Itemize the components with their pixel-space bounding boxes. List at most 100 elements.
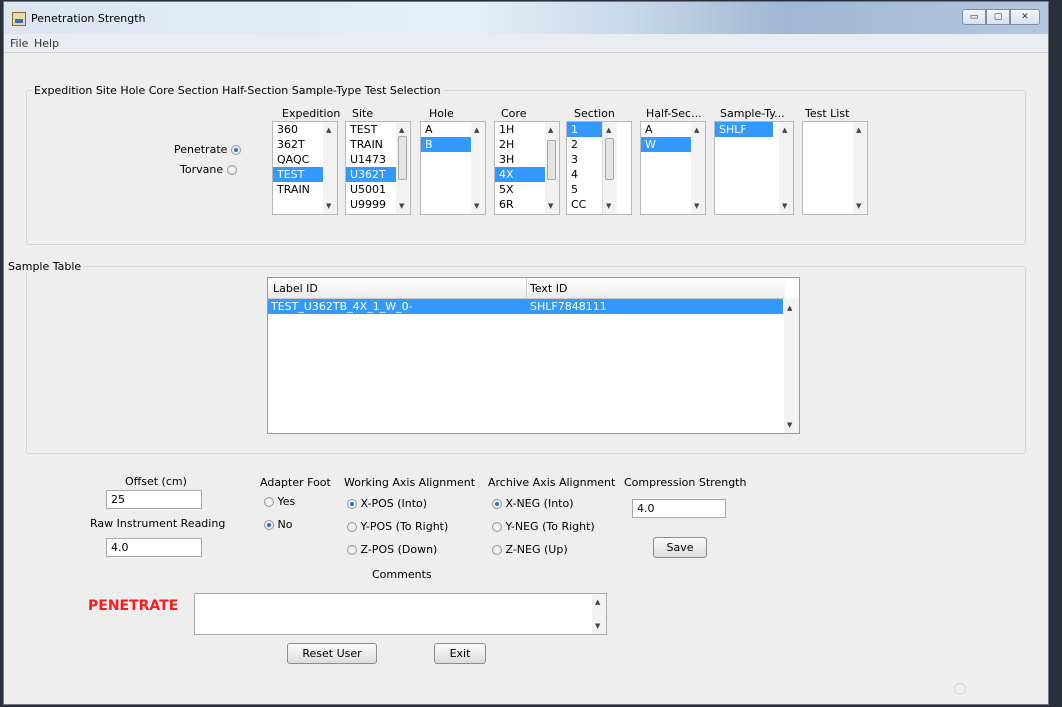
- scroll-down-arrow-icon[interactable]: ▼: [782, 202, 787, 210]
- working-zpos-radio[interactable]: [347, 545, 357, 555]
- archive-zneg-option[interactable]: Z-NEG (Up): [492, 543, 568, 556]
- list-item[interactable]: 2: [567, 137, 631, 152]
- offset-field[interactable]: 25: [106, 490, 202, 509]
- site-scrollbar[interactable]: ▲ ▼: [396, 122, 410, 214]
- mode-torvane[interactable]: Torvane: [180, 163, 237, 176]
- scroll-up-arrow-icon[interactable]: ▲: [326, 126, 331, 134]
- test-list[interactable]: ▲ ▼: [802, 121, 868, 215]
- col-header-label-id[interactable]: Label ID: [273, 282, 318, 295]
- mode-penetrate[interactable]: Penetrate: [174, 143, 241, 156]
- scroll-up-arrow-icon[interactable]: ▲: [595, 598, 600, 606]
- section-scrollbar[interactable]: ▲ ▼: [602, 122, 617, 214]
- scroll-down-arrow-icon[interactable]: ▼: [787, 421, 792, 429]
- scroll-up-arrow-icon[interactable]: ▲: [606, 126, 611, 134]
- section-list[interactable]: 1 2 3 4 5 CC ▲ ▼: [566, 121, 632, 215]
- sample-type-list[interactable]: SHLF ▲ ▼: [714, 121, 794, 215]
- compression-strength-label: Compression Strength: [624, 476, 747, 489]
- scroll-up-arrow-icon[interactable]: ▲: [548, 126, 553, 134]
- working-zpos-label: Z-POS (Down): [360, 543, 438, 556]
- list-item[interactable]: CC: [567, 197, 631, 212]
- comments-scrollbar[interactable]: ▲ ▼: [592, 594, 606, 634]
- content-pane: Expedition Site Hole Core Section Half-S…: [4, 53, 1048, 704]
- scroll-up-arrow-icon[interactable]: ▲: [782, 126, 787, 134]
- adapter-no-option[interactable]: No: [264, 518, 292, 531]
- scroll-down-arrow-icon[interactable]: ▼: [595, 622, 600, 630]
- scroll-down-arrow-icon[interactable]: ▼: [326, 202, 331, 210]
- core-list[interactable]: 1H 2H 3H 4X 5X 6R ▲ ▼: [494, 121, 560, 215]
- mode-torvane-radio[interactable]: [226, 165, 237, 175]
- exit-button[interactable]: Exit: [434, 643, 486, 664]
- scroll-thumb[interactable]: [547, 140, 556, 180]
- working-xpos-option[interactable]: X-POS (Into): [347, 497, 427, 510]
- list-item[interactable]: 4: [567, 167, 631, 182]
- header-divider: [526, 278, 527, 298]
- minimize-button[interactable]: ▭: [962, 9, 986, 25]
- test-list-scrollbar[interactable]: ▲ ▼: [853, 122, 867, 214]
- menu-help[interactable]: Help: [34, 37, 59, 50]
- scroll-down-arrow-icon[interactable]: ▼: [548, 202, 553, 210]
- hole-header: Hole: [429, 107, 454, 120]
- scroll-up-arrow-icon[interactable]: ▲: [474, 126, 479, 134]
- save-button[interactable]: Save: [653, 537, 707, 558]
- window-title: Penetration Strength: [31, 12, 146, 25]
- compression-strength-field[interactable]: 4.0: [632, 499, 726, 518]
- archive-yneg-radio[interactable]: [492, 522, 502, 532]
- sample-type-scrollbar[interactable]: ▲ ▼: [779, 122, 793, 214]
- archive-yneg-label: Y-NEG (To Right): [505, 520, 595, 533]
- adapter-yes-option[interactable]: Yes: [264, 495, 295, 508]
- list-item[interactable]: 5: [567, 182, 631, 197]
- close-button[interactable]: ✕: [1010, 9, 1040, 25]
- adapter-no-radio[interactable]: [264, 520, 274, 530]
- col-header-text-id[interactable]: Text ID: [530, 282, 567, 295]
- scroll-down-arrow-icon[interactable]: ▼: [856, 202, 861, 210]
- half-section-scrollbar[interactable]: ▲ ▼: [691, 122, 705, 214]
- scroll-down-arrow-icon[interactable]: ▼: [399, 202, 404, 210]
- hole-list[interactable]: A B ▲ ▼: [420, 121, 486, 215]
- scroll-down-arrow-icon[interactable]: ▼: [606, 202, 611, 210]
- archive-yneg-option[interactable]: Y-NEG (To Right): [492, 520, 595, 533]
- scroll-up-arrow-icon[interactable]: ▲: [694, 126, 699, 134]
- scroll-up-arrow-icon[interactable]: ▲: [399, 126, 404, 134]
- hole-scrollbar[interactable]: ▲ ▼: [471, 122, 485, 214]
- working-xpos-radio[interactable]: [347, 499, 357, 509]
- mode-penetrate-radio[interactable]: [230, 145, 241, 155]
- half-section-header: Half-Sec...: [646, 107, 702, 120]
- menu-file[interactable]: File: [10, 37, 28, 50]
- scroll-up-arrow-icon[interactable]: ▲: [787, 304, 792, 312]
- half-section-list[interactable]: A W ▲ ▼: [640, 121, 706, 215]
- raw-reading-label: Raw Instrument Reading: [90, 517, 226, 530]
- archive-xneg-radio[interactable]: [492, 499, 502, 509]
- adapter-yes-radio[interactable]: [264, 497, 274, 507]
- working-zpos-option[interactable]: Z-POS (Down): [347, 543, 437, 556]
- list-item[interactable]: 3: [567, 152, 631, 167]
- archive-zneg-radio[interactable]: [492, 545, 502, 555]
- table-scrollbar[interactable]: ▲ ▼: [784, 298, 799, 433]
- scroll-up-arrow-icon[interactable]: ▲: [856, 126, 861, 134]
- sample-type-header: Sample-Ty...: [720, 107, 785, 120]
- site-list[interactable]: TEST TRAIN U1473 U362T U5001 U9999 ▲ ▼: [345, 121, 411, 215]
- raw-reading-field[interactable]: 4.0: [106, 538, 202, 557]
- scroll-thumb[interactable]: [605, 138, 614, 180]
- working-ypos-option[interactable]: Y-POS (To Right): [347, 520, 448, 533]
- offset-label: Offset (cm): [125, 475, 187, 488]
- maximize-button[interactable]: ▢: [986, 9, 1010, 25]
- expedition-header: Expedition: [282, 107, 341, 120]
- list-item-selected[interactable]: SHLF: [715, 122, 773, 137]
- list-item-selected[interactable]: 1: [567, 122, 607, 137]
- table-row[interactable]: TEST_U362TB_4X_1_W_0- SHLF7848111: [268, 299, 783, 314]
- scroll-down-arrow-icon[interactable]: ▼: [694, 202, 699, 210]
- core-header: Core: [501, 107, 527, 120]
- expedition-list[interactable]: 360 362T QAQC TEST TRAIN ▲ ▼: [272, 121, 338, 215]
- section-header: Section: [574, 107, 615, 120]
- title-bar[interactable]: Penetration Strength ▭ ▢ ✕: [4, 2, 1048, 34]
- adapter-no-label: No: [277, 518, 293, 531]
- reset-user-button[interactable]: Reset User: [287, 643, 377, 664]
- archive-xneg-option[interactable]: X-NEG (Into): [492, 497, 574, 510]
- scroll-down-arrow-icon[interactable]: ▼: [474, 202, 479, 210]
- expedition-scrollbar[interactable]: ▲ ▼: [323, 122, 337, 214]
- core-scrollbar[interactable]: ▲ ▼: [545, 122, 559, 214]
- sample-table[interactable]: Label ID Text ID TEST_U362TB_4X_1_W_0- S…: [267, 277, 800, 434]
- scroll-thumb[interactable]: [398, 136, 407, 180]
- comments-textarea[interactable]: ▲ ▼: [194, 593, 607, 635]
- working-ypos-radio[interactable]: [347, 522, 357, 532]
